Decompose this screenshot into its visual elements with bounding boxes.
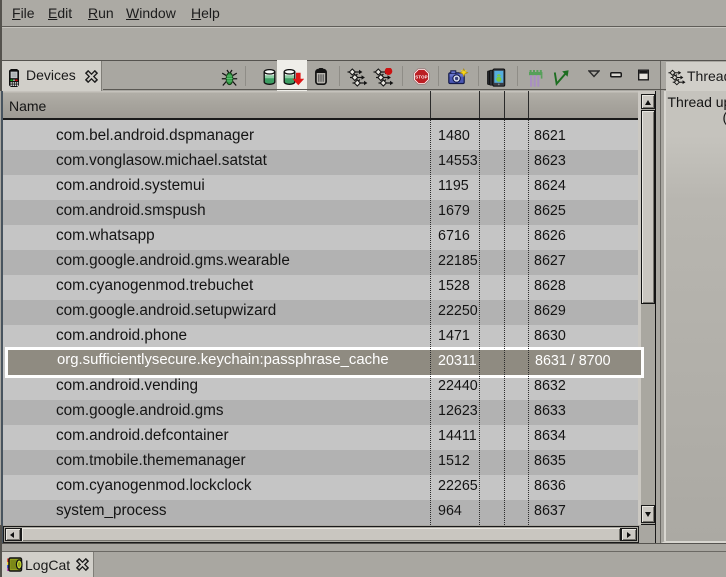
svg-text:STOP: STOP — [415, 74, 427, 79]
